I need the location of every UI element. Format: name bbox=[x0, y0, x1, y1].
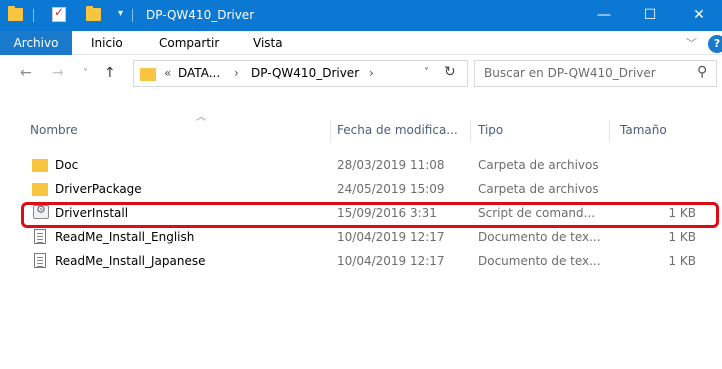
window-title: DP-QW410_Driver bbox=[146, 8, 255, 22]
list-item[interactable]: Doc 28/03/2019 11:08 Carpeta de archivos bbox=[0, 153, 722, 177]
search-icon[interactable]: ⚲ bbox=[697, 64, 707, 80]
file-type: Documento de tex... bbox=[478, 230, 601, 244]
breadcrumb-overflow[interactable]: « bbox=[164, 66, 171, 80]
folder-icon bbox=[140, 68, 156, 81]
address-bar[interactable]: « DATA... › DP-QW410_Driver › ˅ ↻ bbox=[133, 60, 468, 87]
breadcrumb-dp-qw410-driver[interactable]: DP-QW410_Driver bbox=[251, 66, 359, 80]
search-placeholder: Buscar en DP-QW410_Driver bbox=[484, 66, 656, 80]
separator bbox=[132, 9, 133, 22]
breadcrumb-separator[interactable]: › bbox=[234, 66, 239, 80]
tab-compartir[interactable]: Compartir bbox=[159, 31, 219, 55]
minimize-button[interactable]: — bbox=[581, 0, 627, 31]
list-item[interactable]: ReadMe_Install_Japanese 10/04/2019 12:17… bbox=[0, 249, 722, 273]
text-document-icon bbox=[34, 253, 46, 268]
file-name: DriverPackage bbox=[55, 182, 142, 196]
new-folder-icon[interactable] bbox=[86, 6, 101, 21]
navigation-bar: ← → ˅ ↑ « DATA... › DP-QW410_Driver › ˅ … bbox=[0, 55, 722, 93]
file-type: Carpeta de archivos bbox=[478, 182, 599, 196]
quick-access-dropdown-icon[interactable]: ▾ bbox=[118, 8, 123, 19]
file-date: 28/03/2019 11:08 bbox=[337, 158, 445, 172]
folder-icon bbox=[32, 183, 48, 196]
file-date: 24/05/2019 15:09 bbox=[337, 182, 445, 196]
separator bbox=[33, 9, 34, 22]
list-item[interactable]: ReadMe_Install_English 10/04/2019 12:17 … bbox=[0, 225, 722, 249]
help-icon[interactable]: ? bbox=[708, 35, 722, 53]
breadcrumb-data[interactable]: DATA... bbox=[178, 66, 220, 80]
recent-locations-icon[interactable]: ˅ bbox=[83, 68, 88, 79]
search-box[interactable]: Buscar en DP-QW410_Driver ⚲ bbox=[474, 60, 717, 87]
file-date: 10/04/2019 12:17 bbox=[337, 230, 445, 244]
column-divider[interactable] bbox=[609, 120, 610, 142]
highlight-annotation bbox=[21, 202, 719, 228]
file-date: 10/04/2019 12:17 bbox=[337, 254, 445, 268]
tab-inicio[interactable]: Inicio bbox=[91, 31, 123, 55]
file-type: Documento de tex... bbox=[478, 254, 601, 268]
column-header-date[interactable]: Fecha de modifica... bbox=[337, 123, 458, 137]
column-divider[interactable] bbox=[330, 120, 331, 142]
title-bar: ▾ DP-QW410_Driver — ☐ ✕ bbox=[0, 0, 722, 31]
folder-icon bbox=[32, 159, 48, 172]
properties-icon[interactable] bbox=[52, 5, 66, 22]
forward-button[interactable]: → bbox=[52, 65, 64, 81]
file-name: ReadMe_Install_Japanese bbox=[55, 254, 206, 268]
column-header-type[interactable]: Tipo bbox=[478, 123, 503, 137]
column-header-name[interactable]: Nombre bbox=[30, 123, 78, 137]
expand-ribbon-icon[interactable]: ﹀ bbox=[686, 35, 697, 51]
file-size: 1 KB bbox=[668, 230, 696, 244]
column-header-size[interactable]: Tamaño bbox=[620, 123, 667, 137]
column-divider[interactable] bbox=[470, 120, 471, 142]
file-name: ReadMe_Install_English bbox=[55, 230, 195, 244]
breadcrumb-separator[interactable]: › bbox=[369, 66, 374, 80]
sort-ascending-icon: ︿ bbox=[196, 112, 206, 123]
text-document-icon bbox=[34, 229, 46, 244]
list-item[interactable]: DriverPackage 24/05/2019 15:09 Carpeta d… bbox=[0, 177, 722, 201]
tab-vista[interactable]: Vista bbox=[253, 31, 283, 55]
folder-icon bbox=[8, 6, 23, 21]
back-button[interactable]: ← bbox=[20, 65, 32, 81]
tab-archivo[interactable]: Archivo bbox=[0, 31, 72, 55]
ribbon-tabs: Archivo Inicio Compartir Vista ﹀ ? bbox=[0, 31, 722, 55]
file-type: Carpeta de archivos bbox=[478, 158, 599, 172]
file-size: 1 KB bbox=[668, 254, 696, 268]
maximize-button[interactable]: ☐ bbox=[627, 0, 673, 31]
column-headers: ︿ Nombre Fecha de modifica... Tipo Tamañ… bbox=[0, 108, 722, 142]
up-button[interactable]: ↑ bbox=[104, 65, 116, 81]
refresh-icon[interactable]: ↻ bbox=[444, 64, 456, 80]
close-button[interactable]: ✕ bbox=[676, 0, 722, 31]
address-dropdown-icon[interactable]: ˅ bbox=[424, 67, 429, 78]
file-name: Doc bbox=[55, 158, 79, 172]
